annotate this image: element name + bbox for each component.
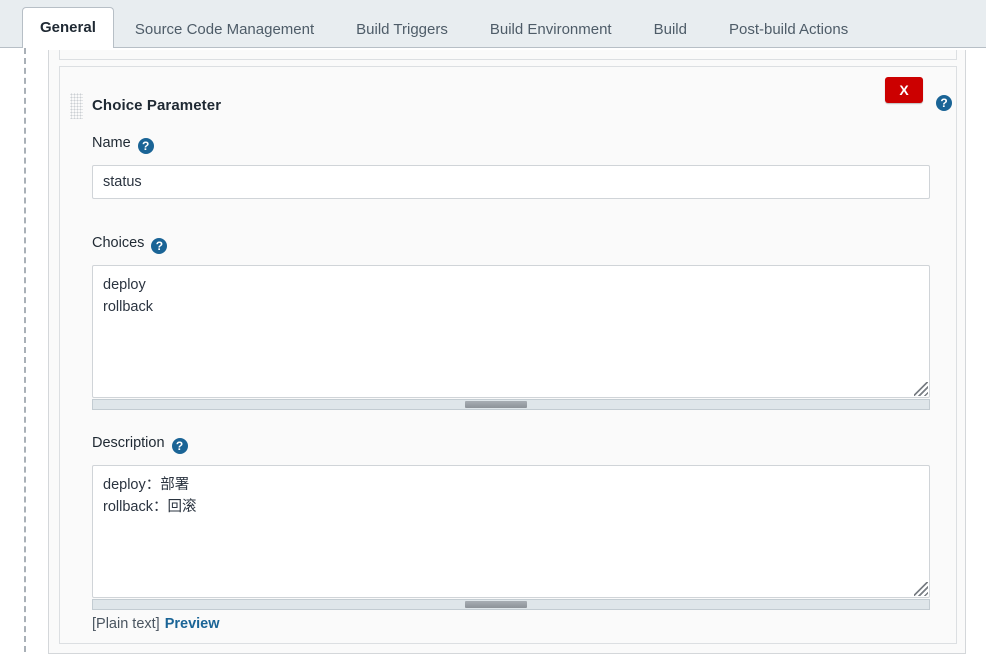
choices-textarea-wrapper — [92, 265, 930, 398]
tab-post-build-actions-label: Post-build Actions — [728, 21, 849, 38]
tab-general-label: General — [40, 19, 96, 36]
tab-source-code-management-label: Source Code Management — [134, 21, 315, 38]
tab-build-label: Build — [653, 21, 687, 38]
tab-list: General Source Code Management Build Tri… — [0, 0, 869, 49]
name-input[interactable] — [92, 165, 930, 199]
description-label-text: Description — [92, 435, 165, 451]
choices-horizontal-scrollbar[interactable] — [92, 399, 930, 410]
description-scrollbar-thumb[interactable] — [465, 601, 527, 608]
tab-source-code-management[interactable]: Source Code Management — [114, 11, 335, 49]
config-tab-bar: General Source Code Management Build Tri… — [0, 0, 986, 49]
tab-general[interactable]: General — [22, 7, 114, 49]
tab-build[interactable]: Build — [633, 11, 708, 49]
name-field-label: Name? — [92, 135, 154, 154]
description-markup-row: [Plain text] Preview — [92, 616, 220, 632]
drag-handle-icon[interactable] — [70, 93, 83, 119]
delete-parameter-button[interactable]: X — [885, 77, 923, 103]
parameters-container: Choice Parameter X ? Name? Choices? — [48, 50, 966, 654]
markup-type-label: [Plain text] — [92, 616, 160, 632]
preview-link[interactable]: Preview — [165, 616, 220, 632]
tab-build-triggers-label: Build Triggers — [356, 21, 448, 38]
tab-build-environment[interactable]: Build Environment — [469, 11, 633, 49]
choice-parameter-block: Choice Parameter X ? Name? Choices? — [59, 66, 957, 644]
form-dashed-guide — [24, 48, 26, 652]
choices-label-text: Choices — [92, 235, 145, 251]
previous-entry-sliver — [59, 50, 957, 60]
config-form-body: Choice Parameter X ? Name? Choices? — [0, 48, 986, 660]
choices-scrollbar-thumb[interactable] — [465, 401, 527, 408]
name-label-text: Name — [92, 135, 131, 151]
description-horizontal-scrollbar[interactable] — [92, 599, 930, 610]
help-icon-choices[interactable]: ? — [151, 238, 168, 254]
help-icon-name[interactable]: ? — [137, 138, 154, 154]
description-textarea[interactable] — [92, 465, 930, 598]
tab-build-triggers[interactable]: Build Triggers — [335, 11, 469, 49]
description-field-label: Description? — [92, 435, 188, 454]
description-textarea-wrapper — [92, 465, 930, 598]
choice-parameter-title: Choice Parameter — [92, 97, 222, 114]
help-icon-description[interactable]: ? — [171, 438, 188, 454]
choices-field-label: Choices? — [92, 235, 168, 254]
tab-post-build-actions[interactable]: Post-build Actions — [708, 11, 869, 49]
tab-build-environment-label: Build Environment — [489, 21, 612, 38]
help-icon-choice-parameter[interactable]: ? — [936, 95, 952, 111]
choices-textarea[interactable] — [92, 265, 930, 398]
